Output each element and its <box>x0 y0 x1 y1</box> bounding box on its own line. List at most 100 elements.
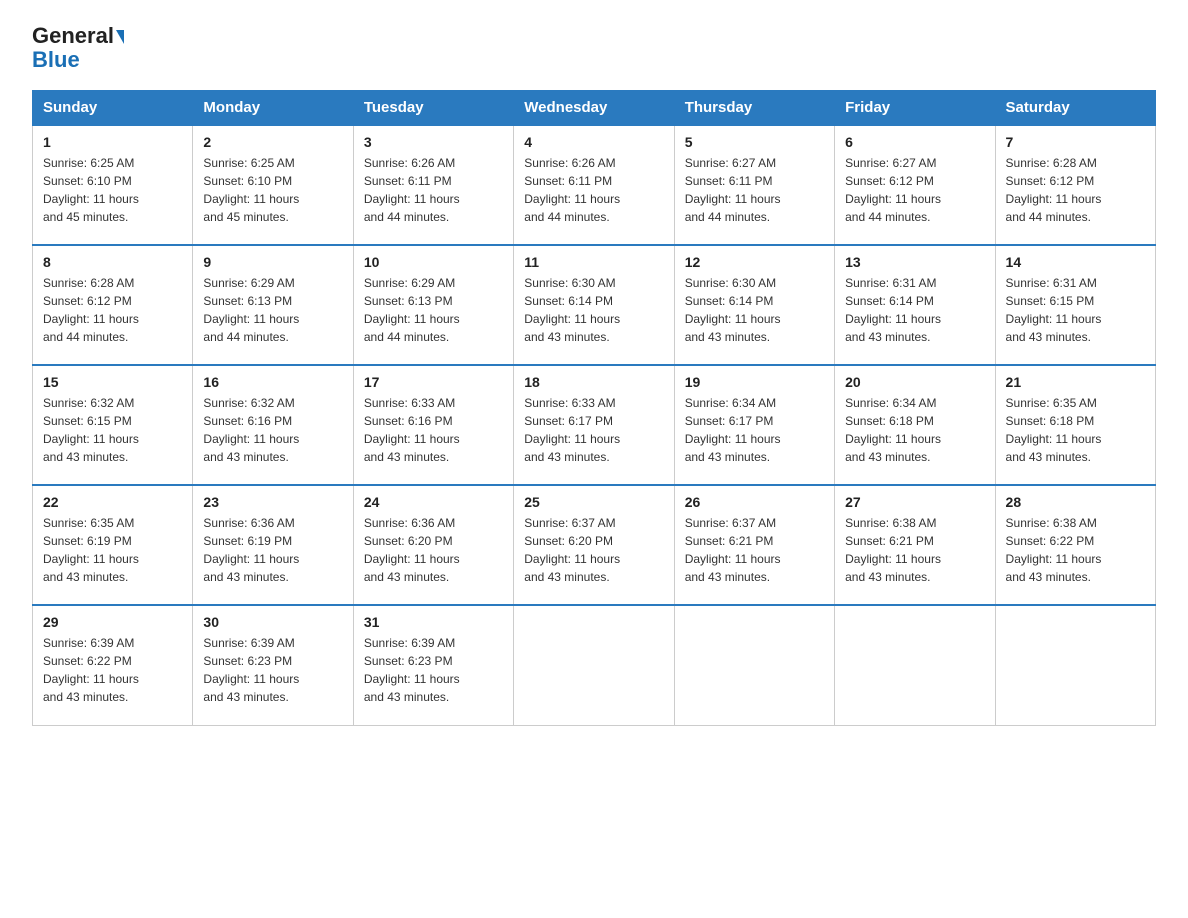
page-header: General Blue <box>32 24 1156 72</box>
calendar-day-cell: 11 Sunrise: 6:30 AM Sunset: 6:14 PM Dayl… <box>514 245 674 365</box>
day-number: 15 <box>43 374 182 390</box>
day-info: Sunrise: 6:33 AM Sunset: 6:16 PM Dayligh… <box>364 394 503 466</box>
header-thursday: Thursday <box>674 91 834 126</box>
calendar-week-row: 1 Sunrise: 6:25 AM Sunset: 6:10 PM Dayli… <box>33 125 1156 245</box>
day-number: 24 <box>364 494 503 510</box>
day-number: 18 <box>524 374 663 390</box>
day-number: 13 <box>845 254 984 270</box>
logo-triangle-icon <box>116 30 124 44</box>
day-info: Sunrise: 6:25 AM Sunset: 6:10 PM Dayligh… <box>203 154 342 226</box>
calendar-day-cell: 6 Sunrise: 6:27 AM Sunset: 6:12 PM Dayli… <box>835 125 995 245</box>
day-info: Sunrise: 6:26 AM Sunset: 6:11 PM Dayligh… <box>524 154 663 226</box>
day-info: Sunrise: 6:31 AM Sunset: 6:15 PM Dayligh… <box>1006 274 1145 346</box>
day-info: Sunrise: 6:32 AM Sunset: 6:15 PM Dayligh… <box>43 394 182 466</box>
calendar-day-cell: 29 Sunrise: 6:39 AM Sunset: 6:22 PM Dayl… <box>33 605 193 725</box>
day-info: Sunrise: 6:25 AM Sunset: 6:10 PM Dayligh… <box>43 154 182 226</box>
calendar-day-cell: 19 Sunrise: 6:34 AM Sunset: 6:17 PM Dayl… <box>674 365 834 485</box>
calendar-day-cell: 21 Sunrise: 6:35 AM Sunset: 6:18 PM Dayl… <box>995 365 1155 485</box>
calendar-day-cell: 27 Sunrise: 6:38 AM Sunset: 6:21 PM Dayl… <box>835 485 995 605</box>
day-number: 30 <box>203 614 342 630</box>
calendar-day-cell: 12 Sunrise: 6:30 AM Sunset: 6:14 PM Dayl… <box>674 245 834 365</box>
day-number: 11 <box>524 254 663 270</box>
calendar-day-cell: 4 Sunrise: 6:26 AM Sunset: 6:11 PM Dayli… <box>514 125 674 245</box>
day-number: 2 <box>203 134 342 150</box>
day-info: Sunrise: 6:36 AM Sunset: 6:19 PM Dayligh… <box>203 514 342 586</box>
day-number: 19 <box>685 374 824 390</box>
day-info: Sunrise: 6:27 AM Sunset: 6:12 PM Dayligh… <box>845 154 984 226</box>
day-info: Sunrise: 6:29 AM Sunset: 6:13 PM Dayligh… <box>364 274 503 346</box>
day-number: 23 <box>203 494 342 510</box>
calendar-day-cell: 9 Sunrise: 6:29 AM Sunset: 6:13 PM Dayli… <box>193 245 353 365</box>
day-number: 31 <box>364 614 503 630</box>
header-saturday: Saturday <box>995 91 1155 126</box>
calendar-day-cell: 8 Sunrise: 6:28 AM Sunset: 6:12 PM Dayli… <box>33 245 193 365</box>
day-info: Sunrise: 6:27 AM Sunset: 6:11 PM Dayligh… <box>685 154 824 226</box>
day-number: 14 <box>1006 254 1145 270</box>
day-number: 12 <box>685 254 824 270</box>
day-info: Sunrise: 6:38 AM Sunset: 6:21 PM Dayligh… <box>845 514 984 586</box>
day-info: Sunrise: 6:39 AM Sunset: 6:23 PM Dayligh… <box>203 634 342 706</box>
calendar-day-cell: 23 Sunrise: 6:36 AM Sunset: 6:19 PM Dayl… <box>193 485 353 605</box>
calendar-day-cell: 26 Sunrise: 6:37 AM Sunset: 6:21 PM Dayl… <box>674 485 834 605</box>
calendar-day-cell: 1 Sunrise: 6:25 AM Sunset: 6:10 PM Dayli… <box>33 125 193 245</box>
calendar-day-cell: 30 Sunrise: 6:39 AM Sunset: 6:23 PM Dayl… <box>193 605 353 725</box>
day-number: 10 <box>364 254 503 270</box>
day-number: 6 <box>845 134 984 150</box>
day-number: 27 <box>845 494 984 510</box>
day-info: Sunrise: 6:28 AM Sunset: 6:12 PM Dayligh… <box>43 274 182 346</box>
day-number: 29 <box>43 614 182 630</box>
day-number: 16 <box>203 374 342 390</box>
day-number: 1 <box>43 134 182 150</box>
day-number: 25 <box>524 494 663 510</box>
day-number: 8 <box>43 254 182 270</box>
day-info: Sunrise: 6:35 AM Sunset: 6:18 PM Dayligh… <box>1006 394 1145 466</box>
day-number: 26 <box>685 494 824 510</box>
day-info: Sunrise: 6:37 AM Sunset: 6:20 PM Dayligh… <box>524 514 663 586</box>
calendar-day-cell: 7 Sunrise: 6:28 AM Sunset: 6:12 PM Dayli… <box>995 125 1155 245</box>
header-friday: Friday <box>835 91 995 126</box>
calendar-day-cell: 14 Sunrise: 6:31 AM Sunset: 6:15 PM Dayl… <box>995 245 1155 365</box>
day-number: 5 <box>685 134 824 150</box>
day-number: 9 <box>203 254 342 270</box>
day-number: 22 <box>43 494 182 510</box>
calendar-day-cell: 20 Sunrise: 6:34 AM Sunset: 6:18 PM Dayl… <box>835 365 995 485</box>
day-info: Sunrise: 6:34 AM Sunset: 6:18 PM Dayligh… <box>845 394 984 466</box>
calendar-day-cell <box>674 605 834 725</box>
logo: General Blue <box>32 24 124 72</box>
day-number: 7 <box>1006 134 1145 150</box>
day-info: Sunrise: 6:26 AM Sunset: 6:11 PM Dayligh… <box>364 154 503 226</box>
calendar-day-cell: 16 Sunrise: 6:32 AM Sunset: 6:16 PM Dayl… <box>193 365 353 485</box>
day-info: Sunrise: 6:39 AM Sunset: 6:23 PM Dayligh… <box>364 634 503 706</box>
calendar-day-cell: 17 Sunrise: 6:33 AM Sunset: 6:16 PM Dayl… <box>353 365 513 485</box>
calendar-day-cell: 13 Sunrise: 6:31 AM Sunset: 6:14 PM Dayl… <box>835 245 995 365</box>
calendar-day-cell: 15 Sunrise: 6:32 AM Sunset: 6:15 PM Dayl… <box>33 365 193 485</box>
calendar-day-cell: 31 Sunrise: 6:39 AM Sunset: 6:23 PM Dayl… <box>353 605 513 725</box>
day-info: Sunrise: 6:30 AM Sunset: 6:14 PM Dayligh… <box>685 274 824 346</box>
header-wednesday: Wednesday <box>514 91 674 126</box>
day-number: 17 <box>364 374 503 390</box>
calendar-day-cell: 28 Sunrise: 6:38 AM Sunset: 6:22 PM Dayl… <box>995 485 1155 605</box>
calendar-day-cell: 25 Sunrise: 6:37 AM Sunset: 6:20 PM Dayl… <box>514 485 674 605</box>
calendar-table: SundayMondayTuesdayWednesdayThursdayFrid… <box>32 90 1156 726</box>
day-info: Sunrise: 6:33 AM Sunset: 6:17 PM Dayligh… <box>524 394 663 466</box>
day-info: Sunrise: 6:34 AM Sunset: 6:17 PM Dayligh… <box>685 394 824 466</box>
calendar-day-cell: 3 Sunrise: 6:26 AM Sunset: 6:11 PM Dayli… <box>353 125 513 245</box>
day-number: 28 <box>1006 494 1145 510</box>
calendar-week-row: 29 Sunrise: 6:39 AM Sunset: 6:22 PM Dayl… <box>33 605 1156 725</box>
calendar-week-row: 15 Sunrise: 6:32 AM Sunset: 6:15 PM Dayl… <box>33 365 1156 485</box>
header-monday: Monday <box>193 91 353 126</box>
calendar-week-row: 22 Sunrise: 6:35 AM Sunset: 6:19 PM Dayl… <box>33 485 1156 605</box>
day-number: 4 <box>524 134 663 150</box>
calendar-day-cell: 10 Sunrise: 6:29 AM Sunset: 6:13 PM Dayl… <box>353 245 513 365</box>
day-info: Sunrise: 6:30 AM Sunset: 6:14 PM Dayligh… <box>524 274 663 346</box>
day-info: Sunrise: 6:39 AM Sunset: 6:22 PM Dayligh… <box>43 634 182 706</box>
day-info: Sunrise: 6:28 AM Sunset: 6:12 PM Dayligh… <box>1006 154 1145 226</box>
day-info: Sunrise: 6:35 AM Sunset: 6:19 PM Dayligh… <box>43 514 182 586</box>
calendar-day-cell <box>835 605 995 725</box>
calendar-day-cell: 24 Sunrise: 6:36 AM Sunset: 6:20 PM Dayl… <box>353 485 513 605</box>
calendar-day-cell: 18 Sunrise: 6:33 AM Sunset: 6:17 PM Dayl… <box>514 365 674 485</box>
day-info: Sunrise: 6:32 AM Sunset: 6:16 PM Dayligh… <box>203 394 342 466</box>
calendar-day-cell: 5 Sunrise: 6:27 AM Sunset: 6:11 PM Dayli… <box>674 125 834 245</box>
logo-text: General Blue <box>32 24 124 72</box>
logo-blue-text: Blue <box>32 47 80 72</box>
